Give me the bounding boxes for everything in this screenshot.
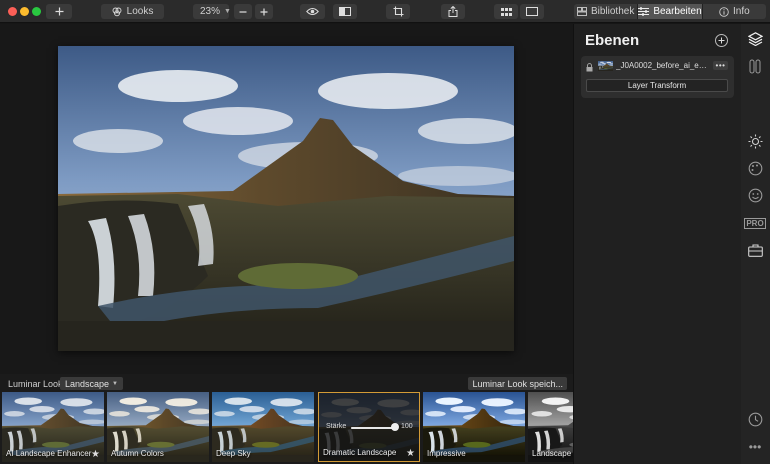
minimize-window-button[interactable] xyxy=(20,7,29,16)
star-icon[interactable]: ★ xyxy=(91,449,100,460)
sun-icon[interactable] xyxy=(746,132,764,150)
looks-label: Looks xyxy=(126,6,154,17)
compare-icon xyxy=(339,7,351,16)
zoom-select[interactable]: 23% ▼ xyxy=(193,4,231,19)
save-look-button[interactable]: Luminar Look speich... xyxy=(468,377,567,390)
more-icon[interactable]: ••• xyxy=(746,438,764,456)
add-button[interactable] xyxy=(46,4,72,19)
add-layer-button[interactable] xyxy=(715,34,728,47)
zoom-value: 23% xyxy=(200,6,221,17)
layers-panel: Ebenen _J0A0002_before_ai_enh... ••• Lay… xyxy=(573,24,741,464)
looks-category-select[interactable]: Landscape ▼ xyxy=(60,377,123,390)
look-thumbnail[interactable]: Landscape B xyxy=(528,392,573,462)
panel-title: Ebenen xyxy=(585,32,640,49)
canvas-icon[interactable] xyxy=(746,57,764,75)
strength-label: Stärke xyxy=(326,423,347,430)
sliders-icon xyxy=(638,7,650,16)
strength-value: 100 xyxy=(401,423,413,430)
zoom-in-button[interactable] xyxy=(255,4,273,19)
look-caption: Impressive xyxy=(427,449,466,458)
look-thumbnail[interactable]: Deep Sky xyxy=(212,392,314,462)
star-icon[interactable]: ★ xyxy=(406,448,415,459)
plus-icon xyxy=(260,8,268,15)
pro-icon[interactable]: PRO xyxy=(744,214,766,232)
look-thumbnail-selected[interactable]: Stärke 100 Dramatic Landscape ★ xyxy=(318,392,420,462)
share-icon xyxy=(448,6,458,17)
image-canvas[interactable] xyxy=(0,24,573,374)
strength-slider-fill xyxy=(351,427,395,429)
mode-tabs: Bibliothek Bearbeiten Info xyxy=(574,4,766,19)
looks-category-value: Landscape xyxy=(65,378,110,389)
looks-thumbnails: AI Landscape Enhancer ★ Autumn Colors De… xyxy=(0,392,573,464)
chevron-down-icon: ▼ xyxy=(224,8,231,15)
briefcase-icon[interactable] xyxy=(746,241,764,259)
looks-button[interactable]: Looks xyxy=(101,4,164,19)
palette-icon[interactable] xyxy=(746,159,764,177)
tab-info[interactable]: Info xyxy=(701,4,766,19)
history-icon[interactable] xyxy=(746,410,764,428)
look-caption: Landscape B xyxy=(532,449,573,458)
zoom-window-button[interactable] xyxy=(32,7,41,16)
looks-bar: Luminar Looks: Landscape ▼ Luminar Look … xyxy=(0,374,573,464)
eye-icon xyxy=(306,8,319,15)
zoom-out-button[interactable] xyxy=(234,4,252,19)
minus-icon xyxy=(239,10,247,13)
look-thumbnail[interactable]: Impressive xyxy=(423,392,525,462)
layer-transform-button[interactable]: Layer Transform xyxy=(586,79,728,92)
layer-item[interactable]: _J0A0002_before_ai_enh... ••• Layer Tran… xyxy=(581,56,734,98)
library-icon xyxy=(577,7,587,16)
crop-icon xyxy=(393,6,403,17)
look-caption: AI Landscape Enhancer xyxy=(6,449,92,458)
tab-bearbeiten-label: Bearbeiten xyxy=(653,6,702,17)
layers-icon[interactable] xyxy=(746,30,764,48)
look-caption: Dramatic Landscape xyxy=(323,448,397,457)
smile-icon[interactable] xyxy=(746,186,764,204)
chevron-down-icon: ▼ xyxy=(112,380,118,387)
look-caption: Deep Sky xyxy=(216,449,251,458)
grid-icon xyxy=(500,7,512,16)
looks-icon xyxy=(112,7,122,16)
info-icon xyxy=(719,6,729,17)
layer-name: _J0A0002_before_ai_enh... xyxy=(616,61,708,70)
strength-slider-handle[interactable] xyxy=(391,423,399,431)
look-thumbnail[interactable]: AI Landscape Enhancer ★ xyxy=(2,392,104,462)
look-caption: Autumn Colors xyxy=(111,449,164,458)
pro-badge-label: PRO xyxy=(744,217,766,229)
share-button[interactable] xyxy=(441,4,465,19)
layer-more-button[interactable]: ••• xyxy=(713,61,728,70)
look-thumbnail[interactable]: Autumn Colors xyxy=(107,392,209,462)
tab-info-label: Info xyxy=(733,6,750,17)
top-toolbar: Looks 23% ▼ Bibliothek Bearbeiten Info xyxy=(0,0,770,23)
single-view-icon xyxy=(526,7,538,16)
layer-thumbnail xyxy=(598,61,613,71)
main-photo[interactable] xyxy=(58,46,514,351)
tab-bibliothek-label: Bibliothek xyxy=(590,6,635,17)
crop-button[interactable] xyxy=(386,4,410,19)
tool-rail: PRO ••• xyxy=(741,24,770,464)
tab-bearbeiten[interactable]: Bearbeiten xyxy=(637,4,702,19)
close-window-button[interactable] xyxy=(8,7,17,16)
strength-slider[interactable] xyxy=(351,427,395,429)
preview-toggle-button[interactable] xyxy=(300,4,325,19)
compare-button[interactable] xyxy=(333,4,357,19)
lock-icon[interactable] xyxy=(586,63,593,72)
tab-bibliothek[interactable]: Bibliothek xyxy=(574,4,638,19)
single-view-button[interactable] xyxy=(520,4,544,19)
plus-icon xyxy=(718,37,725,44)
plus-icon xyxy=(55,7,63,16)
grid-view-button[interactable] xyxy=(494,4,518,19)
